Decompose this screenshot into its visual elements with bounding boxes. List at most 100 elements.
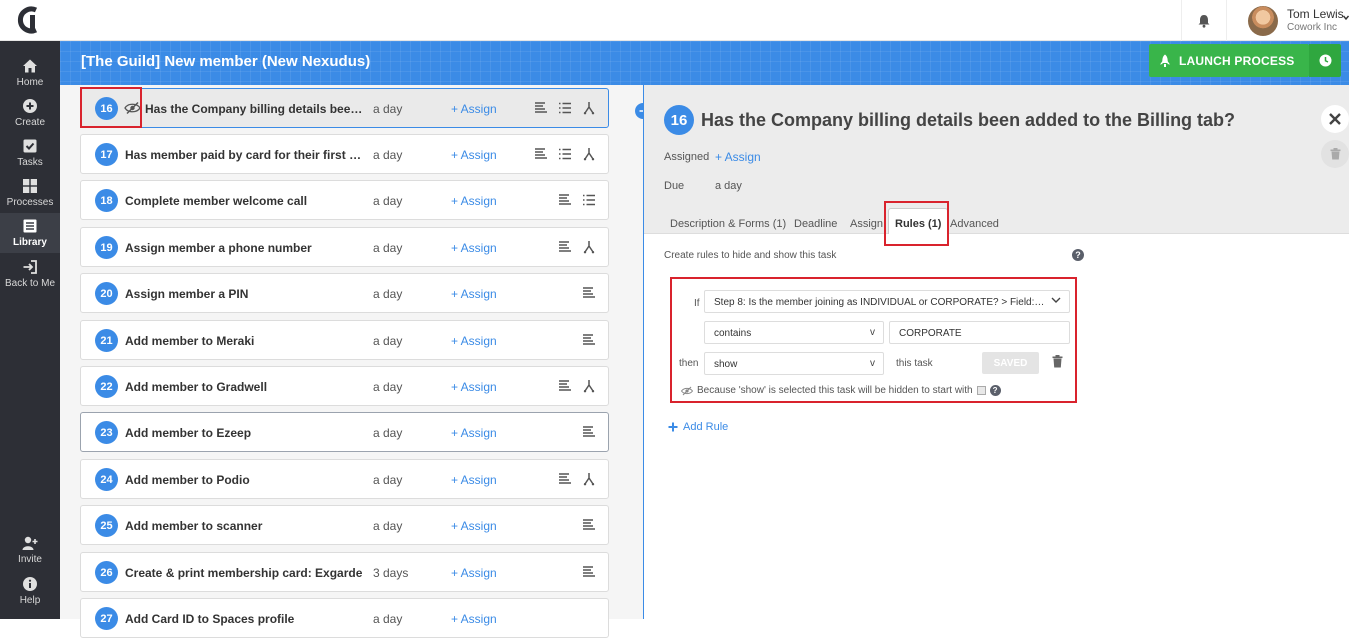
tab-deadline[interactable]: Deadline (794, 218, 837, 230)
sidebar-item-create[interactable]: Create (0, 93, 60, 133)
task-due: a day (373, 287, 403, 301)
table-row[interactable]: 16 Has the Company billing details been … (80, 88, 651, 128)
table-row[interactable]: 21 Add member to Meraki a day + Assign (80, 320, 609, 360)
sidebar-item-label: Invite (18, 554, 42, 565)
list-icon (559, 102, 571, 114)
process-header: [The Guild] New member (New Nexudus) LAU… (60, 41, 1349, 85)
tab-advanced[interactable]: Advanced (950, 218, 999, 230)
task-title: Add Card ID to Spaces profile (125, 612, 295, 626)
highlight-box (670, 277, 1077, 403)
rule-branch-icon (583, 473, 595, 486)
sidebar: Home Create Tasks Processes Library Back… (0, 41, 60, 619)
task-number: 16 (664, 105, 694, 135)
highlight-box (884, 201, 949, 246)
task-title: Add member to Meraki (125, 334, 255, 348)
sidebar-item-back-to-me[interactable]: Back to Me (0, 254, 60, 294)
tab-assign[interactable]: Assign (850, 218, 884, 230)
sidebar-item-label: Library (13, 237, 47, 248)
description-icon (583, 426, 595, 437)
close-icon[interactable] (1321, 105, 1349, 133)
detail-title[interactable]: Has the Company billing details been add… (701, 110, 1235, 131)
sidebar-item-label: Help (19, 595, 41, 606)
sidebar-item-tasks[interactable]: Tasks (0, 133, 60, 173)
sidebar-item-label: Tasks (17, 157, 43, 168)
task-title: Add member to scanner (125, 519, 263, 533)
page-title[interactable]: [The Guild] New member (New Nexudus) (81, 53, 370, 70)
table-row[interactable]: 19 Assign member a phone number a day + … (80, 227, 609, 267)
assign-link[interactable]: + Assign (451, 287, 497, 301)
sidebar-item-processes[interactable]: Processes (0, 173, 60, 213)
assign-link[interactable]: + Assign (451, 612, 497, 626)
highlight-box (80, 87, 142, 128)
task-due: a day (373, 334, 403, 348)
notifications-bell-icon[interactable] (1181, 0, 1227, 41)
avatar (1248, 6, 1278, 36)
task-title: Add member to Gradwell (125, 380, 268, 394)
assign-link[interactable]: + Assign (451, 194, 497, 208)
task-number: 20 (95, 282, 118, 305)
due-value[interactable]: a day (715, 180, 742, 192)
assign-link[interactable]: + Assign (451, 148, 497, 162)
add-rule-button[interactable]: Add Rule (668, 421, 728, 433)
table-row[interactable]: 23 Add member to Ezeep a day + Assign (80, 412, 609, 452)
task-title: Assign member a phone number (125, 241, 312, 255)
tab-description-forms[interactable]: Description & Forms (1) (670, 218, 786, 230)
task-list: 16 Has the Company billing details been … (60, 85, 651, 638)
task-due: a day (373, 473, 403, 487)
task-title: Complete member welcome call (125, 194, 308, 208)
help-icon[interactable]: ? (1072, 249, 1084, 261)
task-title: Add member to Podio (125, 473, 250, 487)
library-icon (23, 219, 37, 233)
sidebar-item-library[interactable]: Library (0, 213, 60, 253)
home-icon (23, 59, 37, 73)
table-row[interactable]: 25 Add member to scanner a day + Assign (80, 505, 609, 545)
assign-link[interactable]: + Assign (451, 102, 497, 116)
description-icon (583, 334, 595, 345)
checkbox-icon (23, 139, 37, 153)
table-row[interactable]: 26 Create & print membership card: Exgar… (80, 552, 609, 592)
sidebar-item-label: Create (14, 117, 45, 128)
assign-link[interactable]: + Assign (451, 334, 497, 348)
sidebar-item-label: Back to Me (4, 278, 56, 289)
rule-branch-icon (583, 380, 595, 393)
assign-link[interactable]: + Assign (451, 519, 497, 533)
sidebar-item-label: Home (16, 77, 44, 88)
rules-intro: Create rules to hide and show this task (664, 250, 837, 261)
task-due: a day (373, 102, 403, 116)
task-due: a day (373, 380, 403, 394)
chevron-down-icon[interactable] (1342, 14, 1349, 25)
table-row[interactable]: 22 Add member to Gradwell a day + Assign (80, 366, 609, 406)
trash-icon[interactable] (1321, 140, 1349, 168)
plus-icon (668, 422, 678, 432)
assigned-label: Assigned (664, 151, 710, 163)
user-menu[interactable]: Tom Lewis Cowork Inc (1248, 5, 1344, 37)
sidebar-item-home[interactable]: Home (0, 53, 60, 93)
table-row[interactable]: 18 Complete member welcome call a day + … (80, 180, 609, 220)
top-bar: Tom Lewis Cowork Inc (0, 0, 1349, 41)
schedule-clock-icon[interactable] (1309, 44, 1341, 77)
table-row[interactable]: 24 Add member to Podio a day + Assign (80, 459, 609, 499)
table-row[interactable]: 17 Has member paid by card for their fir… (80, 134, 609, 174)
assign-link[interactable]: + Assign (451, 241, 497, 255)
assign-link[interactable]: + Assign (715, 150, 761, 164)
assign-link[interactable]: + Assign (451, 566, 497, 580)
assign-link[interactable]: + Assign (451, 380, 497, 394)
launch-process-label: LAUNCH PROCESS (1179, 53, 1295, 68)
add-rule-label: Add Rule (683, 421, 729, 433)
sidebar-item-invite[interactable]: Invite (0, 530, 60, 570)
app-logo[interactable] (14, 5, 44, 35)
task-due: a day (373, 148, 403, 162)
launch-process-button[interactable]: LAUNCH PROCESS (1149, 44, 1309, 77)
assign-link[interactable]: + Assign (451, 473, 497, 487)
table-row[interactable]: 20 Assign member a PIN a day + Assign (80, 273, 609, 313)
description-icon (559, 194, 571, 205)
list-icon (583, 194, 595, 206)
task-due: a day (373, 612, 403, 626)
user-name: Tom Lewis (1287, 7, 1344, 21)
assign-link[interactable]: + Assign (451, 426, 497, 440)
sidebar-item-help[interactable]: Help (0, 571, 60, 611)
description-icon (535, 148, 547, 159)
table-row[interactable]: 27 Add Card ID to Spaces profile a day +… (80, 598, 609, 638)
task-number: 22 (95, 375, 118, 398)
sign-in-icon (23, 260, 37, 274)
